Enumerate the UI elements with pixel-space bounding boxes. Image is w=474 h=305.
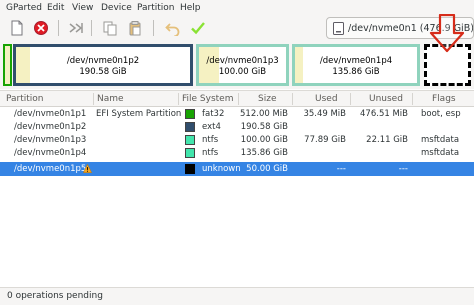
cell-size: 100.00 GiB xyxy=(240,135,288,145)
cell-partition: /dev/nvme0n1p1 xyxy=(14,109,87,119)
table-header: Partition Name File System Size Used Unu… xyxy=(0,91,474,107)
undo-button[interactable] xyxy=(164,19,182,37)
table-row[interactable]: /dev/nvme0n1p1 EFI System Partition fat3… xyxy=(0,108,474,120)
resize-move-icon xyxy=(69,23,83,33)
filesystem-color-swatch xyxy=(185,148,195,158)
cell-unused: 476.51 MiB xyxy=(360,109,408,119)
cell-size: 135.86 GiB xyxy=(240,148,288,158)
delete-icon xyxy=(34,21,48,35)
column-header-partition[interactable]: Partition xyxy=(6,94,44,104)
partition-table: Partition Name File System Size Used Unu… xyxy=(0,90,474,287)
status-bar: 0 operations pending xyxy=(0,287,474,305)
new-partition-button[interactable] xyxy=(8,19,26,37)
column-separator xyxy=(350,93,351,105)
table-row[interactable]: /dev/nvme0n1p4 ntfs 135.86 GiB msftdata xyxy=(0,147,474,159)
menu-partition[interactable]: Partition xyxy=(137,3,175,13)
cell-unused: --- xyxy=(398,164,408,174)
cell-filesystem: ntfs xyxy=(202,148,219,158)
cell-used: 35.49 MiB xyxy=(303,109,346,119)
partition-p2-segment[interactable]: /dev/nvme0n1p2 190.58 GiB xyxy=(13,44,193,86)
toolbar-separator xyxy=(153,20,154,36)
menu-device[interactable]: Device xyxy=(101,3,132,13)
apply-icon xyxy=(191,22,205,35)
cell-partition: /dev/nvme0n1p2 xyxy=(14,122,87,132)
cell-name: EFI System Partition xyxy=(96,109,182,119)
filesystem-color-swatch xyxy=(185,109,195,119)
warning-icon xyxy=(83,164,92,173)
filesystem-color-swatch xyxy=(185,122,195,132)
cell-size: 50.00 GiB xyxy=(246,164,288,174)
menu-edit[interactable]: Edit xyxy=(47,3,64,13)
column-header-size[interactable]: Size xyxy=(258,94,276,104)
column-separator xyxy=(93,93,94,105)
resize-move-button[interactable] xyxy=(67,19,85,37)
partition-p4-size: 135.86 GiB xyxy=(332,67,380,77)
menu-gparted[interactable]: GParted xyxy=(6,3,42,13)
cell-unused: 22.11 GiB xyxy=(366,135,408,145)
menu-help[interactable]: Help xyxy=(180,3,201,13)
table-row-selected[interactable]: /dev/nvme0n1p5 unknown 50.00 GiB --- --- xyxy=(0,162,474,176)
cell-used: --- xyxy=(336,164,346,174)
undo-icon xyxy=(165,23,180,36)
menu-bar: GParted Edit View Device Partition Help xyxy=(0,0,474,15)
partition-p3-segment[interactable]: /dev/nvme0n1p3 100.00 GiB xyxy=(196,44,289,86)
drive-icon xyxy=(333,22,344,35)
partition-p4-segment[interactable]: /dev/nvme0n1p4 135.86 GiB xyxy=(292,44,420,86)
table-row[interactable]: /dev/nvme0n1p3 ntfs 100.00 GiB 77.89 GiB… xyxy=(0,134,474,146)
toolbar-separator xyxy=(91,20,92,36)
cell-flags: msftdata xyxy=(421,135,460,145)
column-header-used[interactable]: Used xyxy=(315,94,338,104)
partition-p2-name: /dev/nvme0n1p2 xyxy=(66,56,140,66)
filesystem-color-swatch xyxy=(185,135,195,145)
operations-pending-status: 0 operations pending xyxy=(7,291,103,301)
column-header-flags[interactable]: Flags xyxy=(432,94,456,104)
delete-partition-button[interactable] xyxy=(32,19,50,37)
partition-p2-size: 190.58 GiB xyxy=(79,67,127,77)
column-header-name[interactable]: Name xyxy=(97,94,124,104)
cell-partition: /dev/nvme0n1p4 xyxy=(14,148,87,158)
paste-icon xyxy=(129,21,141,36)
column-separator xyxy=(238,93,239,105)
cell-flags: boot, esp xyxy=(421,109,461,119)
cell-flags: msftdata xyxy=(421,148,460,158)
cell-size: 190.58 GiB xyxy=(240,122,288,132)
paste-button[interactable] xyxy=(126,19,144,37)
cell-filesystem: unknown xyxy=(202,164,241,174)
cell-used: 77.89 GiB xyxy=(304,135,346,145)
menu-view[interactable]: View xyxy=(72,3,93,13)
cell-size: 512.00 MiB xyxy=(240,109,288,119)
partition-p4-name: /dev/nvme0n1p4 xyxy=(319,56,393,66)
annotation-arrow-icon xyxy=(429,14,465,53)
disk-map: /dev/nvme0n1p2 190.58 GiB /dev/nvme0n1p3… xyxy=(0,41,474,89)
cell-partition: /dev/nvme0n1p3 xyxy=(14,135,87,145)
column-header-filesystem[interactable]: File System xyxy=(182,94,233,104)
table-row[interactable]: /dev/nvme0n1p2 ext4 190.58 GiB xyxy=(0,121,474,133)
cell-partition: /dev/nvme0n1p5 xyxy=(14,164,87,174)
apply-button[interactable] xyxy=(189,19,207,37)
copy-button[interactable] xyxy=(101,19,119,37)
filesystem-color-swatch xyxy=(185,164,195,174)
copy-icon xyxy=(103,21,117,36)
column-separator xyxy=(178,93,179,105)
column-separator xyxy=(292,93,293,105)
cell-filesystem: fat32 xyxy=(202,109,225,119)
partition-p3-name: /dev/nvme0n1p3 xyxy=(206,56,279,66)
column-header-unused[interactable]: Unused xyxy=(369,94,403,104)
partition-p3-size: 100.00 GiB xyxy=(218,67,267,77)
column-separator xyxy=(412,93,413,105)
cell-filesystem: ext4 xyxy=(202,122,221,132)
cell-filesystem: ntfs xyxy=(202,135,219,145)
partition-p1-segment[interactable] xyxy=(3,44,12,86)
toolbar-separator xyxy=(58,20,59,36)
new-icon xyxy=(11,20,23,36)
